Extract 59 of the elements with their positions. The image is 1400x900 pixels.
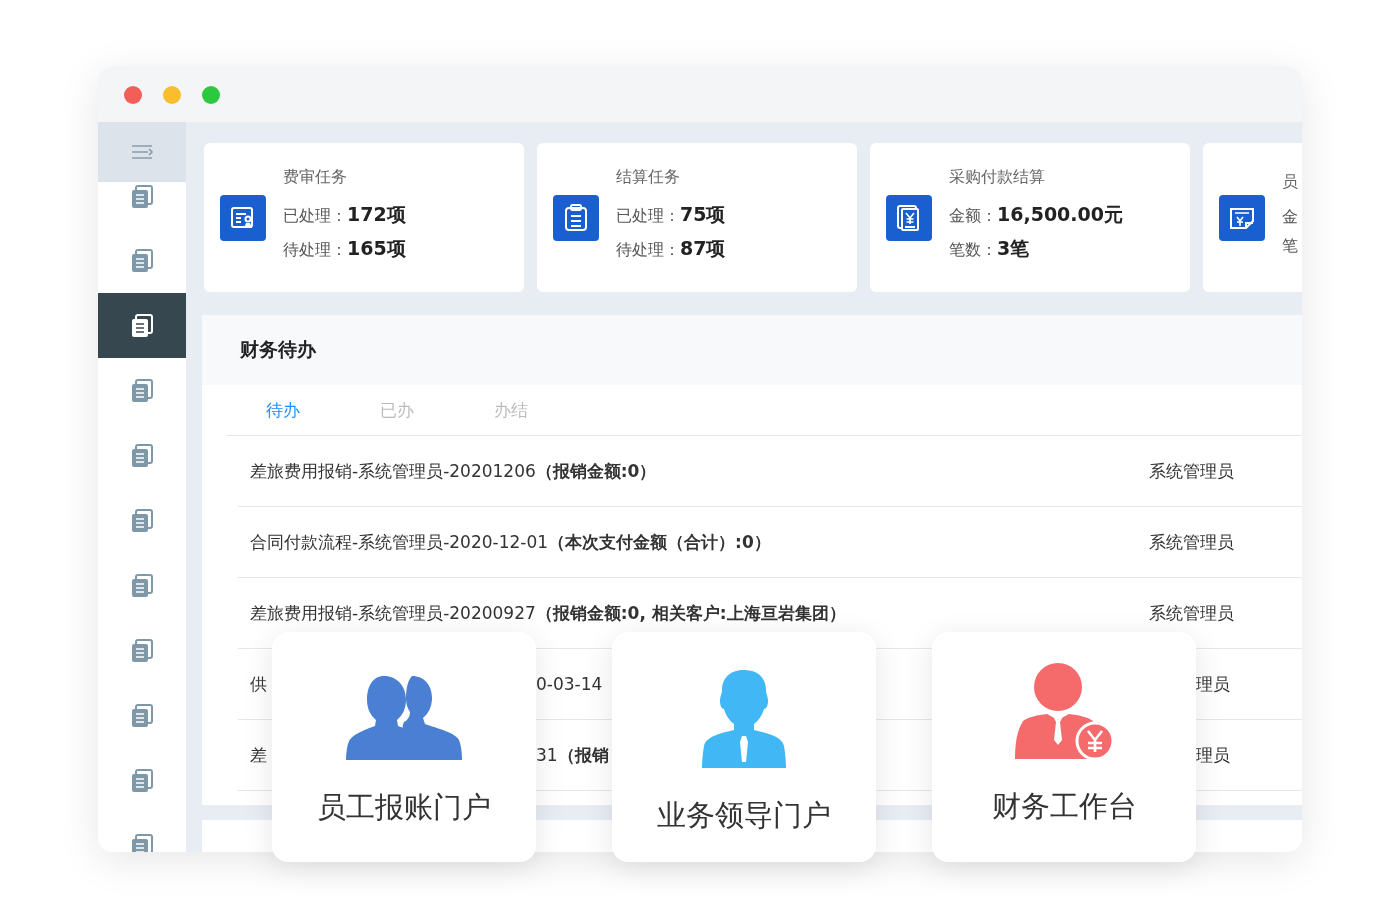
person-with-yen-icon [1013, 663, 1115, 759]
task-owner: 系统管理员 [1149, 459, 1234, 483]
documents-icon [131, 508, 153, 533]
portal-card[interactable]: 业务领导门户 [612, 632, 876, 862]
task-title[interactable]: 差旅费用报销-系统管理员-20200927（报销金额:0, 相关客户:上海亘岩集团） [250, 601, 846, 625]
portal-card[interactable]: 员工报账门户 [272, 632, 536, 862]
task-text: 供 [250, 672, 268, 696]
menu-toggle-button[interactable] [98, 122, 186, 182]
stat-label: 已处理： [616, 206, 680, 227]
documents-icon [131, 313, 153, 338]
stat-value: 75项 [680, 202, 726, 227]
task-owner: 系统管理员 [1149, 601, 1234, 625]
stat-value: 16,500.00元 [997, 202, 1123, 227]
stat-label: 待处理： [283, 240, 347, 261]
sidebar-item[interactable] [98, 293, 186, 358]
documents-icon [131, 443, 153, 468]
stat-label: 笔 [1282, 236, 1298, 257]
portal-card[interactable]: 财务工作台 [932, 632, 1196, 862]
panel-title: 财务待办 [240, 337, 316, 362]
task-text: 理员 [1196, 743, 1231, 767]
documents-icon [131, 573, 153, 598]
task-text: 31（报销 [536, 743, 610, 767]
task-text: 0-03-14 [536, 674, 604, 694]
stat-label: 金 [1282, 207, 1298, 228]
documents-icon [131, 185, 153, 209]
menu-icon [131, 144, 153, 160]
stat-label: 待处理： [616, 240, 680, 261]
portal-title: 财务工作台 [991, 788, 1137, 825]
stat-label: 已处理： [283, 206, 347, 227]
task-title[interactable]: 合同付款流程-系统管理员-2020-12-01（本次支付金额（合计）:0） [250, 530, 771, 554]
minimize-button[interactable] [163, 85, 181, 104]
task-text: 理员 [1196, 672, 1231, 696]
clipboard-icon [564, 203, 588, 232]
stat-label: 笔数： [949, 240, 997, 261]
maximize-button[interactable] [202, 85, 220, 104]
documents-icon [131, 703, 153, 728]
documents-icon [131, 638, 153, 663]
yen-document-icon [896, 203, 922, 232]
task-title[interactable]: 差旅费用报销-系统管理员-20201206（报销金额:0） [250, 459, 657, 483]
stat-value: 165项 [347, 236, 406, 261]
close-button[interactable] [124, 85, 142, 104]
stat-label: 金额： [949, 206, 997, 227]
portal-title: 员工报账门户 [317, 789, 491, 826]
stat-title: 结算任务 [616, 167, 681, 188]
stat-value: 172项 [347, 202, 406, 227]
documents-icon [131, 378, 153, 403]
documents-icon [131, 248, 153, 273]
person-with-tie-icon [702, 670, 786, 768]
two-people-icon [346, 676, 462, 760]
stat-title: 采购付款结算 [949, 167, 1046, 188]
task-owner: 系统管理员 [1149, 530, 1234, 554]
stat-value: 87项 [680, 236, 726, 261]
portal-title: 业务领导门户 [657, 797, 831, 834]
stat-title: 费审任务 [283, 167, 348, 188]
document-person-icon [230, 204, 256, 231]
task-text: 差 [250, 743, 268, 767]
stat-title: 员 [1282, 172, 1298, 193]
documents-icon [131, 768, 153, 793]
stat-value: 3笔 [997, 236, 1030, 261]
